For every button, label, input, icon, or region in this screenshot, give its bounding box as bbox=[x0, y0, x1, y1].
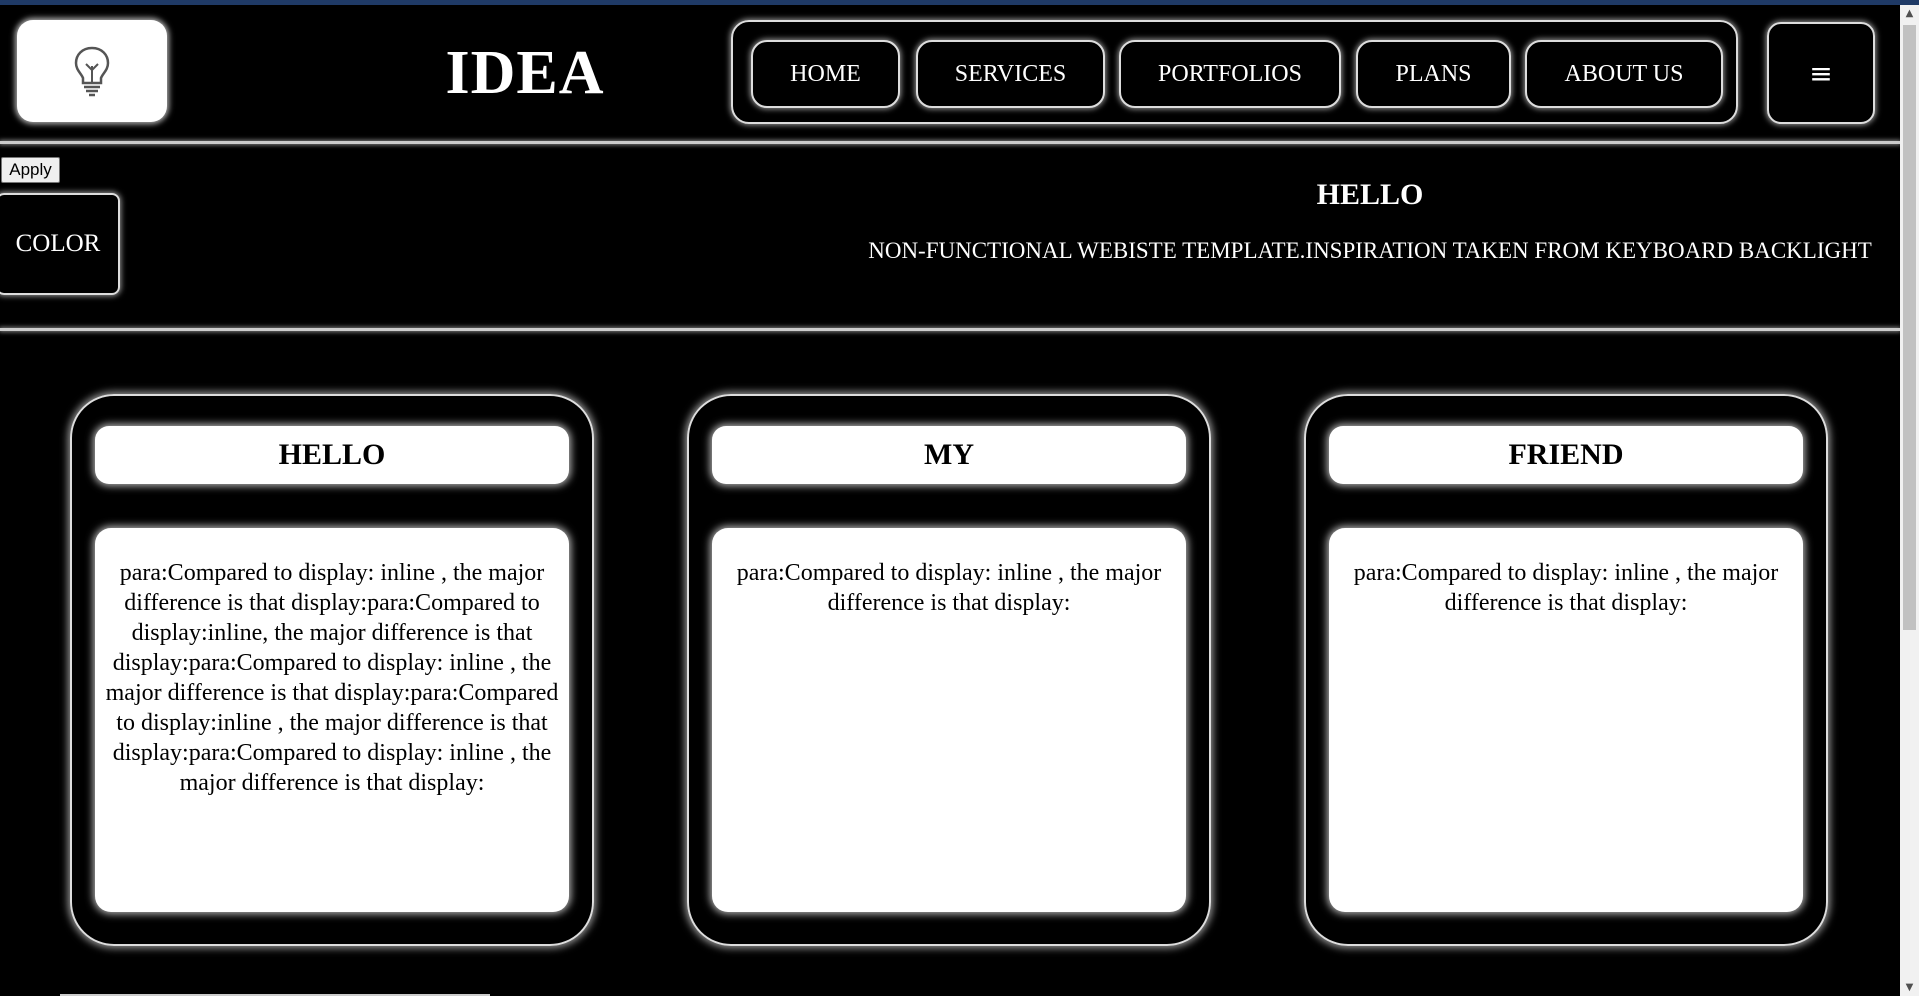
brand-title: IDEA bbox=[445, 39, 605, 107]
browser-top-edge bbox=[0, 0, 1919, 5]
nav-about-us-button[interactable]: ABOUT US bbox=[1525, 40, 1723, 108]
card-body-text: para:Compared to display: inline , the m… bbox=[1329, 528, 1803, 912]
card-title: HELLO bbox=[95, 426, 569, 484]
card-title: MY bbox=[712, 426, 1186, 484]
card-friend: FRIEND para:Compared to display: inline … bbox=[1304, 394, 1828, 946]
apply-button[interactable]: Apply bbox=[1, 157, 60, 183]
color-button[interactable]: COLOR bbox=[0, 193, 120, 295]
nav-home-button[interactable]: HOME bbox=[751, 40, 900, 108]
hamburger-menu-button[interactable]: ≡ bbox=[1767, 22, 1875, 124]
vertical-scrollbar[interactable]: ▲ ▼ bbox=[1900, 5, 1919, 996]
card-body-text: para:Compared to display: inline , the m… bbox=[712, 528, 1186, 912]
card-hello: HELLO para:Compared to display: inline ,… bbox=[70, 394, 594, 946]
nav-services-button[interactable]: SERVICES bbox=[916, 40, 1105, 108]
nav-portfolios-button[interactable]: PORTFOLIOS bbox=[1119, 40, 1341, 108]
scroll-up-arrow-icon[interactable]: ▲ bbox=[1900, 5, 1919, 22]
scrollbar-thumb[interactable] bbox=[1903, 25, 1916, 630]
hero-divider bbox=[0, 328, 1900, 331]
main-nav: HOME SERVICES PORTFOLIOS PLANS ABOUT US bbox=[731, 20, 1738, 124]
card-body-text: para:Compared to display: inline , the m… bbox=[95, 528, 569, 912]
hero-title: HELLO bbox=[1316, 178, 1424, 211]
header-divider bbox=[0, 141, 1900, 144]
lightbulb-icon bbox=[74, 46, 110, 97]
logo[interactable] bbox=[17, 20, 167, 122]
hero-subtitle: NON-FUNCTIONAL WEBISTE TEMPLATE.INSPIRAT… bbox=[868, 238, 1872, 263]
card-my: MY para:Compared to display: inline , th… bbox=[687, 394, 1211, 946]
hamburger-icon: ≡ bbox=[1809, 56, 1833, 90]
card-title: FRIEND bbox=[1329, 426, 1803, 484]
scroll-down-arrow-icon[interactable]: ▼ bbox=[1900, 979, 1919, 996]
nav-plans-button[interactable]: PLANS bbox=[1356, 40, 1511, 108]
